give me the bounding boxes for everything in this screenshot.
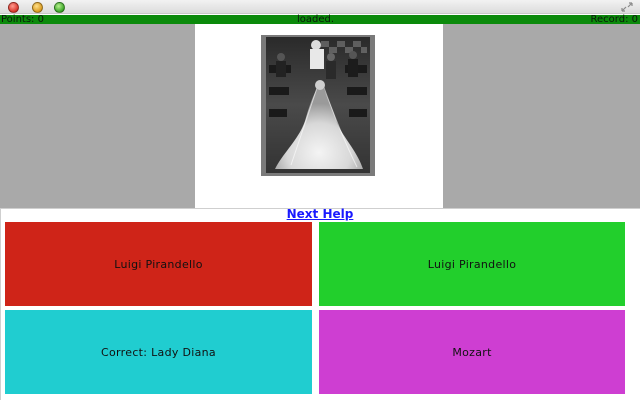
status-message: loaded. <box>297 14 335 25</box>
status-bar: Points: 0 loaded. Record: 0 <box>0 14 640 25</box>
answer-label-2: Luigi Pirandello <box>427 257 517 271</box>
answer-button-1[interactable]: Luigi Pirandello <box>5 222 312 306</box>
image-area <box>0 24 640 208</box>
title-bar <box>0 0 640 14</box>
left-edge-line <box>0 208 1 400</box>
minimize-window-button[interactable] <box>32 2 43 13</box>
zoom-window-button[interactable] <box>54 2 65 13</box>
answer-button-3[interactable]: Correct: Lady Diana <box>5 310 312 394</box>
answer-button-4[interactable]: Mozart <box>319 310 625 394</box>
quiz-window: Points: 0 loaded. Record: 0 Next Help Lu… <box>0 0 640 400</box>
answer-button-2[interactable]: Luigi Pirandello <box>319 222 625 306</box>
next-help-link[interactable]: Next Help <box>0 207 640 221</box>
answer-label-4: Mozart <box>452 345 492 359</box>
quiz-photo <box>261 35 375 176</box>
points-counter: Points: 0 <box>1 14 44 25</box>
record-counter: Record: 0 <box>590 14 638 25</box>
resize-arrows-icon[interactable] <box>620 1 634 13</box>
image-frame <box>195 24 443 208</box>
answer-label-3: Correct: Lady Diana <box>101 345 216 359</box>
close-window-button[interactable] <box>8 2 19 13</box>
answer-label-1: Luigi Pirandello <box>114 257 203 271</box>
